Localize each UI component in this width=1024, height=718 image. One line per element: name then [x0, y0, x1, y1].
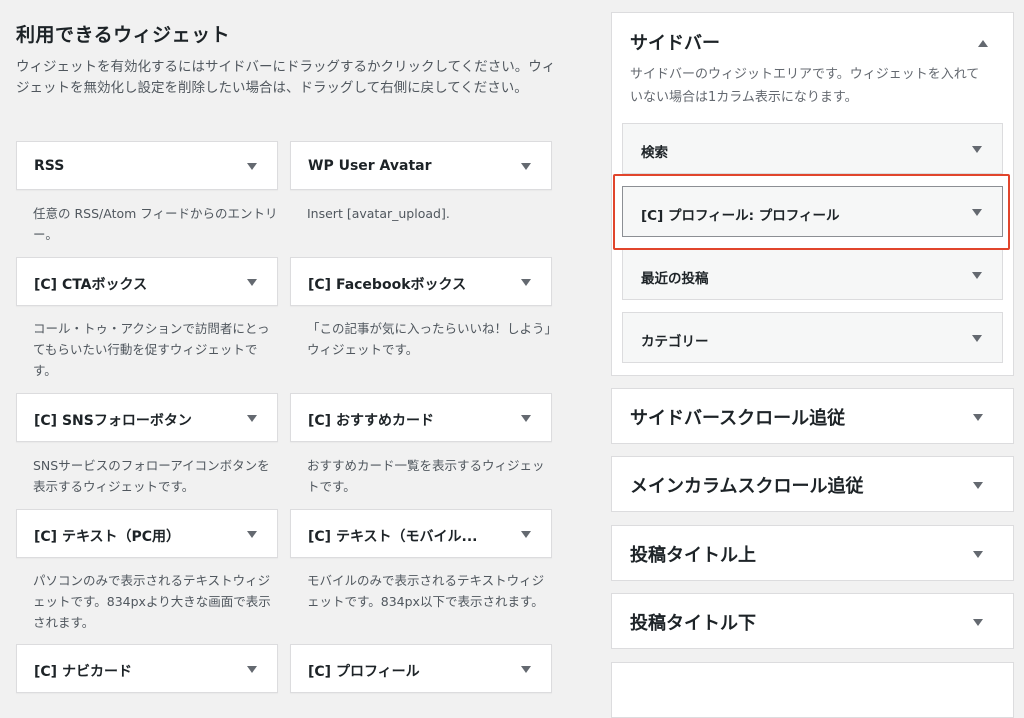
widget-facebook-box[interactable]: [C] Facebookボックス	[290, 257, 552, 306]
widget-description: パソコンのみで表示されるテキストウィジェットです。834pxより大きな画面で表示…	[33, 573, 271, 630]
chevron-down-icon[interactable]	[972, 272, 982, 279]
chevron-down-icon[interactable]	[521, 531, 531, 538]
available-widgets-description: ウィジェットを有効化するにはサイドバーにドラッグするかクリックしてください。ウィ…	[16, 59, 556, 96]
widget-text-pc[interactable]: [C] テキスト（PC用）	[16, 509, 278, 558]
widget-area-main-scroll[interactable]: メインカラムスクロール追従	[611, 456, 1014, 512]
widget-recommend-card[interactable]: [C] おすすめカード	[290, 393, 552, 442]
widget-profile[interactable]: [C] プロフィール	[290, 644, 552, 693]
chevron-down-icon[interactable]	[521, 279, 531, 286]
chevron-down-icon[interactable]	[521, 666, 531, 673]
widget-description: 任意の RSS/Atom フィードからのエントリー。	[33, 206, 278, 242]
widget-title: [C] テキスト（モバイル...	[308, 529, 478, 545]
chevron-up-icon[interactable]	[978, 40, 988, 47]
widget-text-mobile[interactable]: [C] テキスト（モバイル...	[290, 509, 552, 558]
widget-title: [C] SNSフォローボタン	[34, 413, 192, 429]
widget-title: [C] おすすめカード	[308, 413, 434, 429]
widget-title: 検索	[641, 145, 668, 161]
sidebar-area-title[interactable]: サイドバー	[630, 29, 720, 55]
chevron-down-icon[interactable]	[973, 414, 983, 421]
chevron-down-icon[interactable]	[521, 415, 531, 422]
widget-area-above-post-title[interactable]: 投稿タイトル上	[611, 525, 1014, 581]
widget-area-title: メインカラムスクロール追従	[630, 476, 864, 497]
widget-rss[interactable]: RSS	[16, 141, 278, 190]
chevron-down-icon[interactable]	[973, 482, 983, 489]
widget-description: 「この記事が気に入ったらいいね！しよう」ウィジェットです。	[307, 321, 551, 357]
chevron-down-icon[interactable]	[247, 531, 257, 538]
widget-sns-follow[interactable]: [C] SNSフォローボタン	[16, 393, 278, 442]
chevron-down-icon[interactable]	[521, 163, 531, 170]
widget-area-title: 投稿タイトル上	[630, 545, 756, 566]
sidebar-widget-recent-posts[interactable]: 最近の投稿	[622, 249, 1003, 300]
widget-cta-box[interactable]: [C] CTAボックス	[16, 257, 278, 306]
chevron-down-icon[interactable]	[972, 335, 982, 342]
widget-description: モバイルのみで表示されるテキストウィジェットです。834px以下で表示されます。	[307, 573, 545, 609]
sidebar-widget-search[interactable]: 検索	[622, 123, 1003, 174]
highlight-box	[613, 174, 1010, 250]
widget-title: [C] プロフィール	[308, 664, 420, 680]
chevron-down-icon[interactable]	[973, 619, 983, 626]
widget-title: [C] ナビカード	[34, 664, 132, 680]
chevron-down-icon[interactable]	[247, 279, 257, 286]
widget-area-below-post-title[interactable]: 投稿タイトル下	[611, 593, 1014, 649]
sidebar-area-description: サイドバーのウィジットエリアです。ウィジェットを入れていない場合は1カラム表示に…	[630, 67, 980, 105]
widget-title: カテゴリー	[641, 334, 709, 350]
widget-wp-user-avatar[interactable]: WP User Avatar	[290, 141, 552, 190]
widget-area-title: 投稿タイトル下	[630, 613, 756, 634]
chevron-down-icon[interactable]	[247, 415, 257, 422]
widget-title: RSS	[34, 158, 65, 174]
sidebar-widget-categories[interactable]: カテゴリー	[622, 312, 1003, 363]
widget-description: おすすめカード一覧を表示するウィジェットです。	[307, 458, 545, 494]
widget-title: [C] CTAボックス	[34, 277, 148, 293]
widget-title: WP User Avatar	[308, 158, 432, 174]
widget-area-title: サイドバースクロール追従	[630, 408, 846, 429]
widget-title: 最近の投稿	[641, 271, 709, 287]
chevron-down-icon[interactable]	[247, 666, 257, 673]
widget-description: SNSサービスのフォローアイコンボタンを表示するウィジェットです。	[33, 458, 270, 494]
chevron-down-icon[interactable]	[972, 146, 982, 153]
available-widgets-title: 利用できるウィジェット	[16, 24, 231, 46]
widget-description: コール・トゥ・アクションで訪問者にとってもらいたい行動を促すウィジェットです。	[33, 321, 270, 378]
chevron-down-icon[interactable]	[973, 551, 983, 558]
widget-title: [C] Facebookボックス	[308, 277, 467, 293]
widget-title: [C] テキスト（PC用）	[34, 529, 181, 545]
widget-area-sidebar-scroll[interactable]: サイドバースクロール追従	[611, 388, 1014, 444]
widget-area-next[interactable]	[611, 662, 1014, 718]
widget-description: Insert [avatar_upload].	[307, 206, 450, 221]
widget-navi-card[interactable]: [C] ナビカード	[16, 644, 278, 693]
chevron-down-icon[interactable]	[247, 163, 257, 170]
